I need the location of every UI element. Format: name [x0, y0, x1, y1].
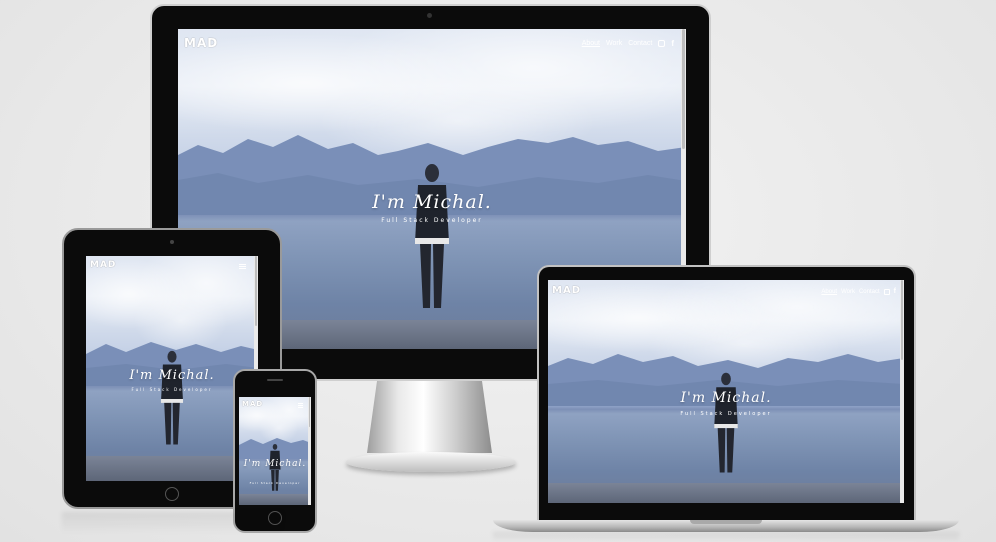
- monitor-stand: [367, 381, 492, 453]
- hero-subtitle: Full Stack Developer: [680, 411, 772, 417]
- site-logo[interactable]: MAD: [90, 260, 116, 270]
- site-logo[interactable]: MAD: [184, 36, 218, 50]
- person-figure: [160, 350, 184, 445]
- person-figure: [415, 164, 449, 308]
- instagram-icon[interactable]: [883, 288, 890, 295]
- phone-device: MAD I'm Michal. Full Stack Developer: [233, 369, 317, 533]
- tablet-camera: [170, 240, 174, 244]
- menu-icon[interactable]: [298, 403, 303, 404]
- phone-speaker: [267, 379, 283, 381]
- monitor-base: [346, 452, 516, 472]
- person-figure: [714, 372, 738, 473]
- laptop-scrollbar[interactable]: [900, 280, 904, 503]
- facebook-icon[interactable]: f: [671, 39, 674, 48]
- hero-title: I'm Michal.: [680, 390, 772, 406]
- menu-icon[interactable]: [239, 264, 246, 265]
- nav-work[interactable]: Work: [841, 289, 855, 295]
- nav-contact[interactable]: Contact: [859, 289, 880, 295]
- facebook-icon[interactable]: f: [894, 288, 896, 295]
- laptop-screen: MAD About Work Contact f I'm Michal. Ful…: [548, 280, 904, 503]
- site-logo[interactable]: MAD: [552, 285, 581, 296]
- nav-about[interactable]: About: [821, 289, 837, 295]
- phone-scrollbar[interactable]: [308, 397, 311, 505]
- hero-subtitle: Full Stack Developer: [381, 217, 483, 224]
- tablet-home-button[interactable]: [165, 487, 179, 501]
- site-nav: About Work Contact f: [821, 288, 896, 295]
- laptop-device: MAD About Work Contact f I'm Michal. Ful…: [537, 265, 916, 522]
- site-logo[interactable]: MAD: [242, 400, 263, 408]
- nav-about[interactable]: About: [582, 40, 600, 47]
- hero-title: I'm Michal.: [243, 459, 307, 469]
- site-nav: About Work Contact f: [582, 39, 674, 48]
- phone-screen: MAD I'm Michal. Full Stack Developer: [239, 397, 311, 505]
- hero-title: I'm Michal.: [372, 191, 492, 213]
- nav-work[interactable]: Work: [606, 40, 622, 47]
- nav-contact[interactable]: Contact: [628, 40, 652, 47]
- hero-subtitle: Full Stack Developer: [249, 481, 301, 485]
- instagram-icon[interactable]: [658, 40, 666, 47]
- laptop-notch: [690, 520, 762, 524]
- monitor-camera: [427, 13, 432, 18]
